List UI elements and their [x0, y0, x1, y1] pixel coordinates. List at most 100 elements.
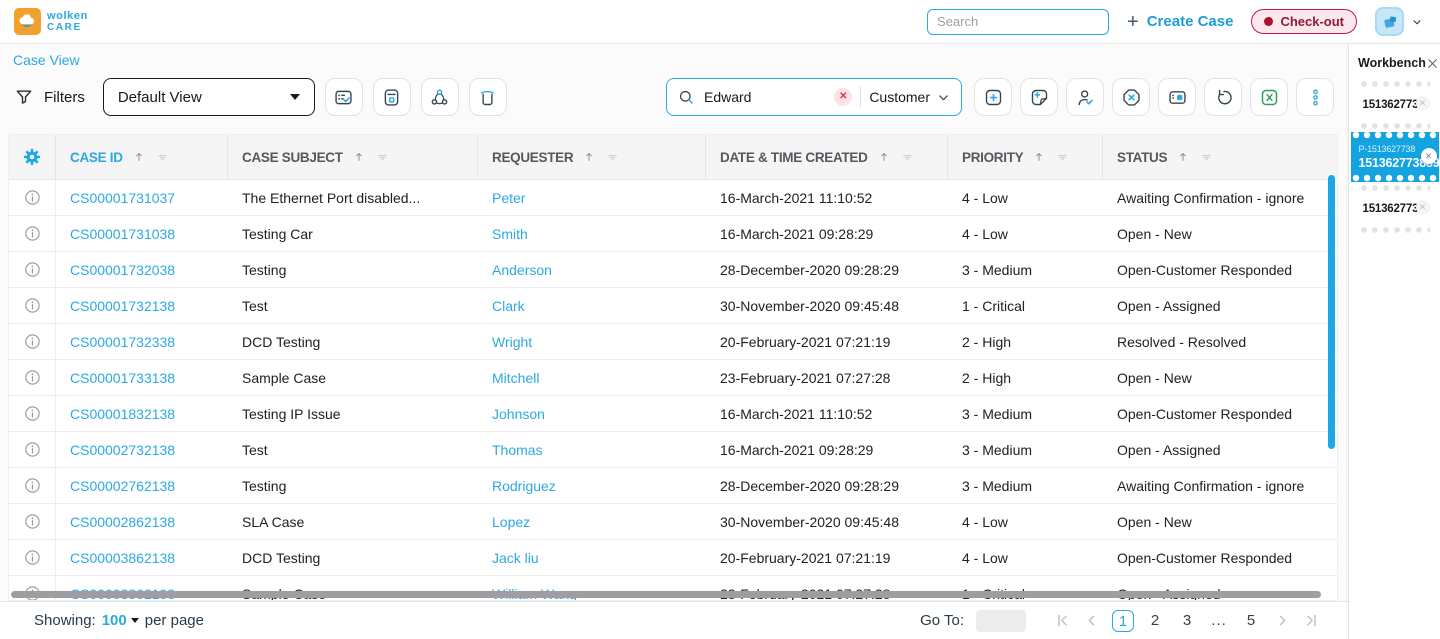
share-button[interactable]	[420, 78, 459, 116]
column-filter-icon[interactable]	[155, 150, 170, 165]
requester-link[interactable]: Wright	[478, 334, 706, 350]
info-icon[interactable]	[23, 548, 42, 567]
info-icon[interactable]	[23, 224, 42, 243]
info-icon[interactable]	[23, 260, 42, 279]
close-case-button[interactable]	[1112, 78, 1150, 116]
delete-view-button[interactable]	[468, 78, 507, 116]
clear-search-icon[interactable]: ✕	[834, 88, 853, 106]
more-options-button[interactable]	[1296, 78, 1334, 116]
page-button-2[interactable]: 2	[1144, 610, 1166, 632]
requester-link[interactable]: Smith	[478, 226, 706, 242]
column-filter-icon[interactable]	[605, 150, 620, 165]
refresh-button[interactable]	[1204, 78, 1242, 116]
sort-ascending-icon[interactable]	[1032, 150, 1046, 164]
sort-ascending-icon[interactable]	[582, 150, 596, 164]
table-row[interactable]: CS00001732338 DCD Testing Wright 20-Febr…	[9, 324, 1337, 360]
filters-button[interactable]: Filters	[14, 87, 85, 107]
tasklist-button[interactable]	[324, 78, 363, 116]
last-page-icon[interactable]	[1303, 612, 1320, 629]
search-input[interactable]	[937, 14, 1114, 29]
filter-field-dropdown[interactable]: Customer	[869, 89, 951, 105]
column-filter-icon[interactable]	[375, 150, 390, 165]
table-row[interactable]: CS00002732138 Test Thomas 16-March-2021 …	[9, 432, 1337, 468]
case-id-link[interactable]: CS00001731038	[56, 226, 228, 242]
ticket-close-icon[interactable]: ✕	[1415, 200, 1430, 214]
ticket-close-icon[interactable]: ✕	[1415, 96, 1430, 110]
requester-link[interactable]: Rodriguez	[478, 478, 706, 494]
requester-link[interactable]: Jack liu	[478, 550, 706, 566]
column-header[interactable]: DATE & TIME CREATED	[706, 135, 948, 179]
column-settings-button[interactable]	[9, 135, 56, 179]
sort-ascending-icon[interactable]	[132, 150, 146, 164]
breadcrumb[interactable]: Case View	[13, 52, 80, 68]
workbench-ticket[interactable]: ✕ 1513627738	[1355, 90, 1434, 120]
table-row[interactable]: CS00002862138 SLA Case Lopez 30-November…	[9, 504, 1337, 540]
next-page-icon[interactable]	[1274, 612, 1291, 629]
ticket-close-icon[interactable]: ✕	[1420, 148, 1437, 164]
requester-link[interactable]: Johnson	[478, 406, 706, 422]
goto-page-input[interactable]	[976, 609, 1026, 632]
info-icon[interactable]	[23, 512, 42, 531]
global-search[interactable]	[927, 8, 1114, 35]
column-header[interactable]: REQUESTER	[478, 135, 706, 179]
requester-link[interactable]: Thomas	[478, 442, 706, 458]
table-row[interactable]: CS00001733138 Sample Case Mitchell 23-Fe…	[9, 360, 1337, 396]
page-button-1[interactable]: 1	[1112, 609, 1134, 632]
previous-page-icon[interactable]	[1083, 612, 1100, 629]
requester-link[interactable]: Lopez	[478, 514, 706, 530]
sort-ascending-icon[interactable]	[877, 150, 891, 164]
create-case-button[interactable]: + Create Case	[1127, 12, 1233, 32]
assign-user-button[interactable]	[1066, 78, 1104, 116]
save-view-button[interactable]	[372, 78, 411, 116]
info-icon[interactable]	[23, 296, 42, 315]
card-view-button[interactable]	[1158, 78, 1196, 116]
workbench-close-icon[interactable]	[1426, 57, 1439, 70]
sort-ascending-icon[interactable]	[1176, 150, 1190, 164]
column-header[interactable]: PRIORITY	[948, 135, 1103, 179]
table-row[interactable]: CS00001732038 Testing Anderson 28-Decemb…	[9, 252, 1337, 288]
column-header[interactable]: CASE ID	[56, 135, 228, 179]
vertical-scrollbar[interactable]	[1328, 175, 1335, 449]
info-icon[interactable]	[23, 368, 42, 387]
info-icon[interactable]	[23, 332, 42, 351]
table-row[interactable]: CS00002762138 Testing Rodriguez 28-Decem…	[9, 468, 1337, 504]
export-excel-button[interactable]	[1250, 78, 1288, 116]
check-out-button[interactable]: Check-out	[1251, 9, 1357, 34]
column-header[interactable]: STATUS	[1103, 135, 1337, 179]
case-id-link[interactable]: CS00001732338	[56, 334, 228, 350]
case-filter-search[interactable]: Edward ✕ Customer	[666, 78, 962, 116]
requester-link[interactable]: Mitchell	[478, 370, 706, 386]
column-filter-icon[interactable]	[1055, 150, 1070, 165]
case-id-link[interactable]: CS00001731037	[56, 190, 228, 206]
column-filter-icon[interactable]	[1199, 150, 1214, 165]
column-header[interactable]: CASE SUBJECT	[228, 135, 478, 179]
table-row[interactable]: CS00003862138 DCD Testing Jack liu 20-Fe…	[9, 540, 1337, 576]
page-button-3[interactable]: 3	[1176, 610, 1198, 632]
user-menu[interactable]	[1375, 7, 1424, 36]
info-icon[interactable]	[23, 440, 42, 459]
case-id-link[interactable]: CS00003862138	[56, 550, 228, 566]
info-icon[interactable]	[23, 188, 42, 207]
first-page-icon[interactable]	[1054, 612, 1071, 629]
view-select-dropdown[interactable]: Default View	[102, 78, 315, 116]
table-row[interactable]: CS00001731037 The Ethernet Port disabled…	[9, 180, 1337, 216]
avatar[interactable]	[1375, 7, 1404, 36]
horizontal-scrollbar[interactable]	[11, 591, 1321, 599]
requester-link[interactable]: Clark	[478, 298, 706, 314]
add-note-button[interactable]	[1020, 78, 1058, 116]
workbench-ticket[interactable]: ✕ 1513627738	[1355, 194, 1434, 224]
info-icon[interactable]	[23, 404, 42, 423]
chevron-down-icon[interactable]	[1410, 15, 1424, 29]
case-id-link[interactable]: CS00001732038	[56, 262, 228, 278]
app-logo[interactable]: wolken CARE	[14, 8, 88, 35]
info-icon[interactable]	[23, 476, 42, 495]
requester-link[interactable]: Anderson	[478, 262, 706, 278]
case-id-link[interactable]: CS00001732138	[56, 298, 228, 314]
requester-link[interactable]: Peter	[478, 190, 706, 206]
case-id-link[interactable]: CS00002732138	[56, 442, 228, 458]
filter-search-value[interactable]: Edward	[704, 89, 826, 105]
table-row[interactable]: CS00001832138 Testing IP Issue Johnson 1…	[9, 396, 1337, 432]
sort-ascending-icon[interactable]	[352, 150, 366, 164]
case-id-link[interactable]: CS00001832138	[56, 406, 228, 422]
add-case-button[interactable]	[974, 78, 1012, 116]
